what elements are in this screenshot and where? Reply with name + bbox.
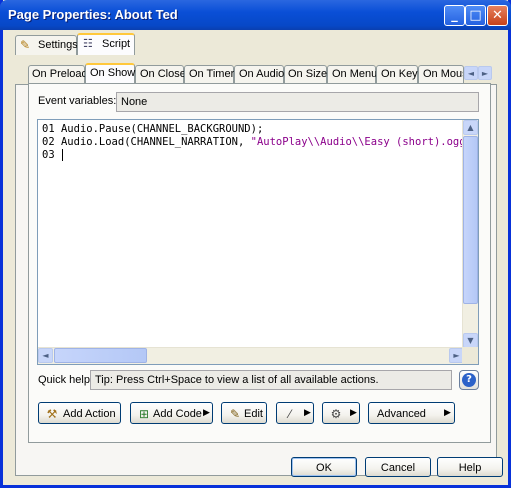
- quick-help-field: Tip: Press Ctrl+Space to view a list of …: [90, 370, 452, 390]
- cancel-label: Cancel: [380, 462, 416, 474]
- options-button[interactable]: ⚙ ▶: [322, 402, 360, 424]
- close-icon: ✕: [492, 8, 503, 23]
- tab-label: On Audio: [239, 68, 285, 80]
- event-variables-label: Event variables:: [38, 95, 117, 107]
- tab-label: On Size: [288, 68, 328, 80]
- code-line: 03: [42, 149, 55, 161]
- tab-on-close[interactable]: On Close: [135, 65, 186, 83]
- tab-label: On Mous: [423, 68, 464, 80]
- tab-on-preload[interactable]: On Preload: [28, 65, 88, 83]
- line-number: 02: [42, 136, 55, 148]
- add-code-label: Add Code: [153, 408, 202, 420]
- help-icon-button[interactable]: ?: [459, 370, 479, 390]
- title-bar[interactable]: Page Properties: About Ted _ □ ✕: [0, 0, 511, 30]
- arrow-left-icon: ◄: [42, 351, 49, 360]
- dropdown-arrow-icon: ▶: [350, 407, 357, 417]
- advanced-button[interactable]: Advanced ▶: [368, 402, 455, 424]
- code-line: 01 Audio.Pause(CHANNEL_BACKGROUND);: [42, 123, 263, 135]
- arrow-left-icon: ◄: [467, 69, 475, 78]
- tab-on-size[interactable]: On Size: [284, 65, 327, 83]
- tab-on-audio[interactable]: On Audio: [234, 65, 284, 83]
- horizontal-scrollbar[interactable]: ◄ ►: [38, 347, 464, 364]
- tab-label: On Close: [140, 68, 186, 80]
- edit-label: Edit: [244, 408, 263, 420]
- cancel-button[interactable]: Cancel: [365, 457, 431, 477]
- edit-icon: ✎: [229, 407, 241, 421]
- arrow-down-icon: ▼: [467, 336, 474, 345]
- event-variables-field: None: [116, 92, 479, 112]
- edit-button[interactable]: ✎ Edit: [221, 402, 267, 424]
- tab-script[interactable]: ☷ Script: [77, 33, 135, 55]
- ok-label: OK: [316, 462, 332, 474]
- arrow-right-icon: ►: [481, 69, 489, 78]
- tab-on-key[interactable]: On Key: [376, 65, 418, 83]
- scroll-down-button[interactable]: ▼: [463, 333, 478, 348]
- tab-on-mouse[interactable]: On Mous: [418, 65, 464, 83]
- quick-help-label: Quick help:: [38, 374, 94, 386]
- tab-on-show[interactable]: On Show: [85, 63, 135, 83]
- help-icon: ?: [462, 373, 476, 387]
- pencil-icon: ✎: [20, 38, 31, 52]
- line-number: 03: [42, 149, 55, 161]
- string-literal: "AutoPlay\\Audio\\Easy (short).ogg": [244, 136, 472, 148]
- tab-label: On Preload: [32, 68, 88, 80]
- help-label: Help: [458, 462, 482, 474]
- tab-settings-label: Settings: [38, 39, 78, 51]
- maximize-button[interactable]: □: [465, 5, 486, 26]
- brush-icon: ⁄: [288, 407, 291, 421]
- horizontal-scroll-thumb[interactable]: [54, 348, 147, 363]
- scroll-up-button[interactable]: ▲: [463, 120, 478, 135]
- close-button[interactable]: ✕: [487, 5, 508, 26]
- advanced-label: Advanced: [377, 408, 426, 420]
- window-title: Page Properties: About Ted: [8, 7, 178, 22]
- add-code-icon: ⊞: [138, 407, 150, 421]
- minimize-icon: _: [451, 8, 458, 23]
- text-caret: [62, 149, 63, 161]
- event-variables-value: None: [121, 96, 148, 108]
- tab-label: On Menu: [332, 68, 378, 80]
- code-text: Audio.Load(CHANNEL_NARRATION,: [60, 136, 245, 148]
- vertical-scroll-thumb[interactable]: [463, 136, 478, 304]
- quick-help-text: Tip: Press Ctrl+Space to view a list of …: [95, 374, 379, 386]
- tab-label: On Timer: [189, 68, 235, 80]
- script-editor[interactable]: 01 Audio.Pause(CHANNEL_BACKGROUND); 02 A…: [37, 119, 479, 365]
- page-properties-window: Page Properties: About Ted _ □ ✕ ✎ Setti…: [0, 0, 511, 488]
- tab-scroll-left-button[interactable]: ◄: [464, 66, 478, 80]
- code-text: Audio.Pause(CHANNEL_BACKGROUND);: [60, 123, 264, 135]
- add-code-button[interactable]: ⊞ Add Code ▶: [130, 402, 213, 424]
- tab-scroll-right-button[interactable]: ►: [478, 66, 492, 80]
- dropdown-arrow-icon: ▶: [444, 407, 451, 417]
- tab-label: On Key: [381, 68, 418, 80]
- tab-label: On Show: [90, 67, 136, 79]
- tab-script-label: Script: [102, 38, 131, 50]
- script-icon: ☷: [83, 38, 93, 50]
- arrow-up-icon: ▲: [467, 123, 474, 132]
- dropdown-arrow-icon: ▶: [203, 407, 210, 417]
- scroll-corner: [462, 347, 478, 364]
- help-button[interactable]: Help: [437, 457, 503, 477]
- gear-icon: ⚙: [330, 407, 342, 421]
- tools-button[interactable]: ⁄ ▶: [276, 402, 314, 424]
- arrow-right-icon: ►: [453, 351, 460, 360]
- tab-settings[interactable]: ✎ Settings: [15, 35, 78, 55]
- minimize-button[interactable]: _: [444, 5, 465, 26]
- dropdown-arrow-icon: ▶: [304, 407, 311, 417]
- line-number: 01: [42, 123, 55, 135]
- code-line: 02 Audio.Load(CHANNEL_NARRATION, "AutoPl…: [42, 136, 472, 148]
- add-action-button[interactable]: ⚒ Add Action: [38, 402, 121, 424]
- ok-button[interactable]: OK: [291, 457, 357, 477]
- tab-on-timer[interactable]: On Timer: [184, 65, 234, 83]
- scroll-left-button[interactable]: ◄: [38, 348, 53, 363]
- wand-icon: ⚒: [46, 407, 58, 421]
- maximize-icon: □: [469, 8, 482, 23]
- add-action-label: Add Action: [63, 408, 116, 420]
- vertical-scrollbar[interactable]: ▲ ▼: [462, 120, 478, 348]
- tab-on-menu[interactable]: On Menu: [327, 65, 378, 83]
